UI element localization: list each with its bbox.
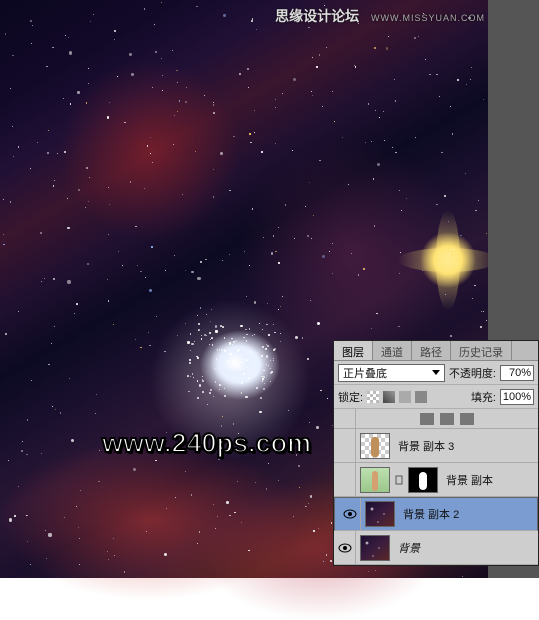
- layer-thumbnail[interactable]: [365, 501, 395, 527]
- watermark-top: 思缘设计论坛 WWW.MISSYUAN.COM: [275, 6, 485, 26]
- tiny-icon: [460, 413, 474, 425]
- tab-channels[interactable]: 通道: [373, 341, 412, 360]
- lock-all-icon[interactable]: [415, 391, 427, 403]
- layer-name[interactable]: 背景 副本: [442, 472, 538, 488]
- opacity-label: 不透明度:: [449, 365, 496, 381]
- eye-icon: [338, 543, 352, 553]
- layer-name[interactable]: 背景 副本 3: [394, 438, 538, 454]
- visibility-toggle[interactable]: [339, 498, 361, 530]
- fill-label: 填充:: [471, 389, 496, 405]
- link-icon: [394, 474, 404, 486]
- lock-paint-icon[interactable]: [383, 391, 395, 403]
- watermark-url: WWW.MISSYUAN.COM: [371, 13, 485, 23]
- lock-fill-row: 锁定: 填充: 100%: [334, 385, 538, 409]
- visibility-toggle[interactable]: [334, 531, 356, 564]
- lock-label: 锁定:: [338, 389, 363, 405]
- layer-row[interactable]: [334, 409, 538, 429]
- layer-row[interactable]: 背景 副本 2: [334, 497, 538, 531]
- tab-paths[interactable]: 路径: [412, 341, 451, 360]
- blend-mode-value: 正片叠底: [343, 365, 387, 381]
- layer-name[interactable]: 背景: [394, 540, 538, 556]
- tab-history[interactable]: 历史记录: [451, 341, 512, 360]
- blend-mode-select[interactable]: 正片叠底: [338, 364, 445, 382]
- watermark-center: www.240ps.com: [102, 428, 311, 459]
- eye-icon: [343, 509, 357, 519]
- visibility-toggle[interactable]: [334, 429, 356, 462]
- tiny-icon: [440, 413, 454, 425]
- layers-list: 背景 副本 3 背景 副本 背景 副本 2 背景: [334, 409, 538, 565]
- tiny-icon: [420, 413, 434, 425]
- fill-input[interactable]: 100%: [500, 389, 534, 405]
- layer-thumbnail[interactable]: [360, 433, 390, 459]
- lock-position-icon[interactable]: [399, 391, 411, 403]
- blend-opacity-row: 正片叠底 不透明度: 70%: [334, 361, 538, 385]
- dropdown-icon: [432, 370, 440, 375]
- layer-row[interactable]: 背景: [334, 531, 538, 565]
- watermark-text: 思缘设计论坛: [275, 8, 359, 24]
- layer-mask-thumbnail[interactable]: [408, 467, 438, 493]
- visibility-toggle[interactable]: [334, 463, 356, 496]
- layer-row[interactable]: 背景 副本: [334, 463, 538, 497]
- lock-transparent-icon[interactable]: [367, 391, 379, 403]
- layer-thumbnail[interactable]: [360, 535, 390, 561]
- layers-panel: 图层 通道 路径 历史记录 正片叠底 不透明度: 70% 锁定: 填充: 100…: [333, 340, 539, 566]
- layer-thumbnail[interactable]: [360, 467, 390, 493]
- layer-name[interactable]: 背景 副本 2: [399, 506, 533, 522]
- tab-layers[interactable]: 图层: [334, 341, 373, 360]
- visibility-toggle[interactable]: [334, 409, 356, 428]
- opacity-input[interactable]: 70%: [500, 365, 534, 381]
- panel-tabs: 图层 通道 路径 历史记录: [334, 341, 538, 361]
- layer-row[interactable]: 背景 副本 3: [334, 429, 538, 463]
